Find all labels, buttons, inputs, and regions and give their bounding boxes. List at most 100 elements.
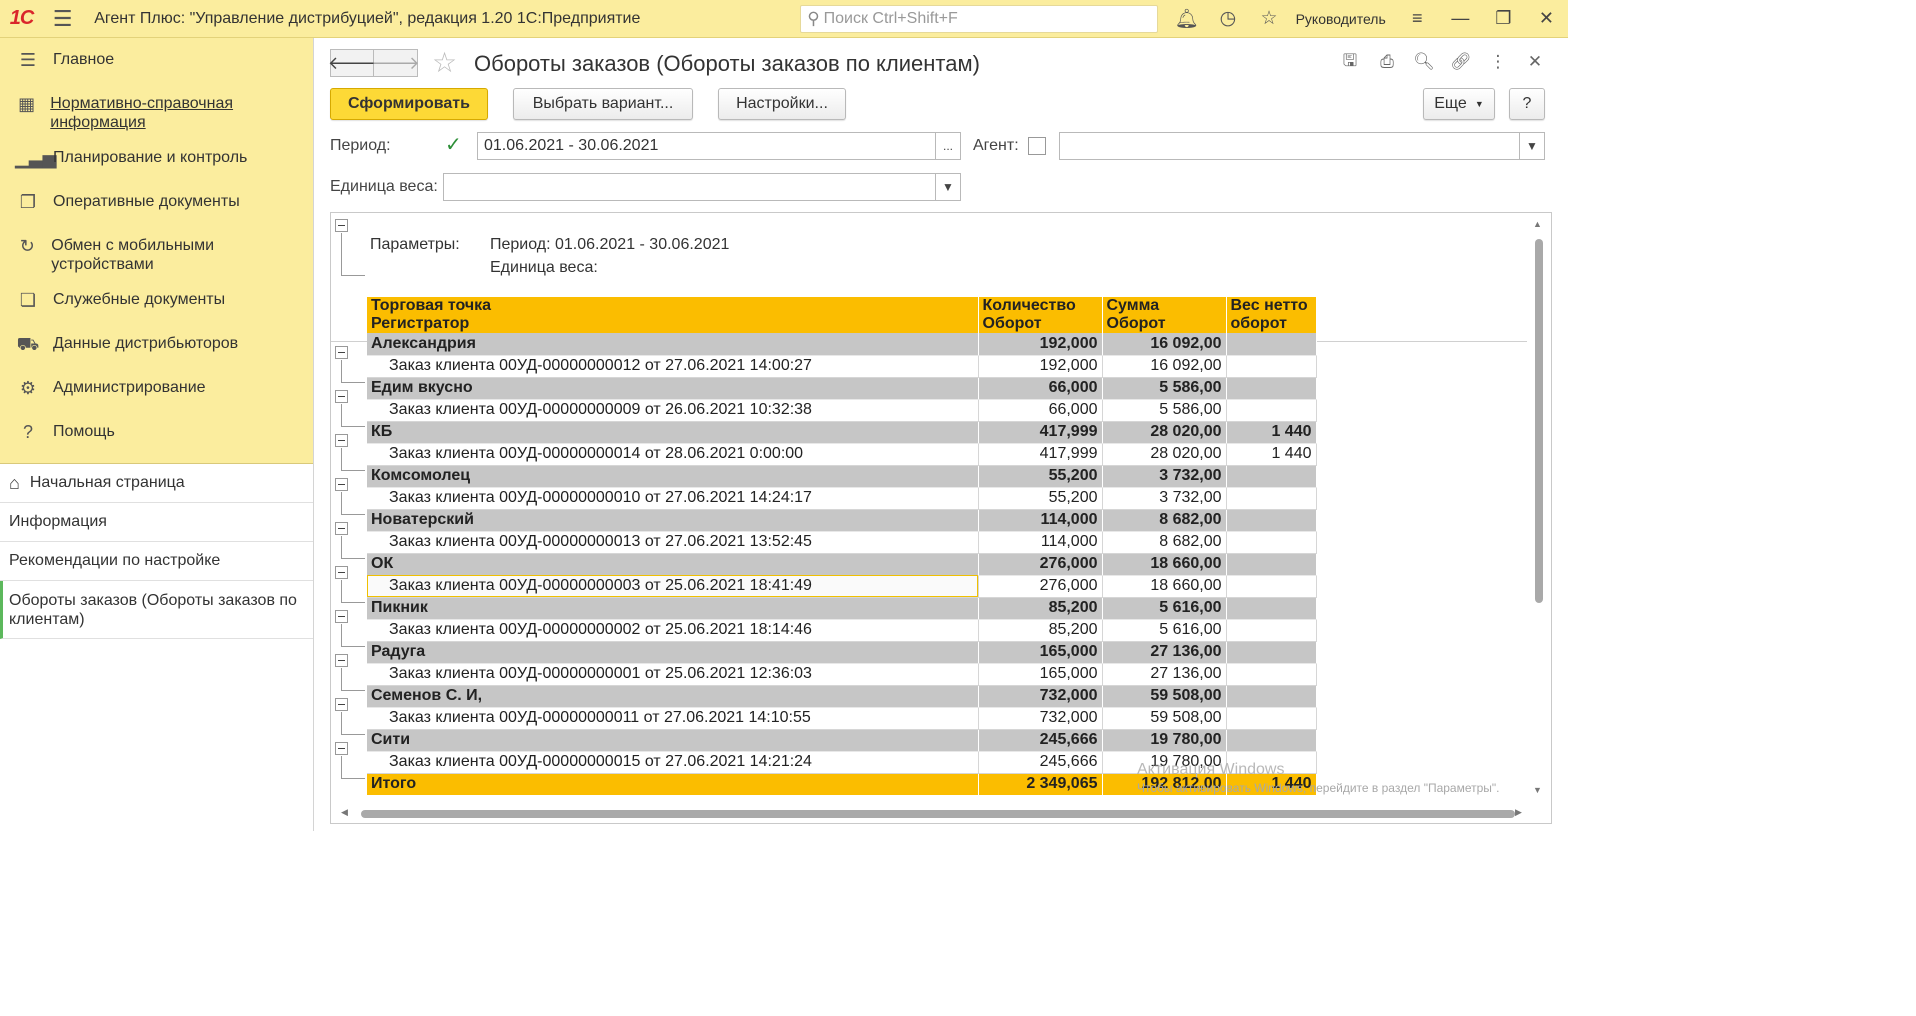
scroll-left-icon[interactable]: ◀ bbox=[341, 807, 348, 818]
group-weight bbox=[1226, 553, 1317, 576]
sync-icon: ↻ bbox=[19, 236, 35, 256]
print-icon[interactable]: ⎙ bbox=[1373, 50, 1401, 74]
document-row[interactable]: Заказ клиента 00УД-00000000001 от 25.06.… bbox=[367, 663, 1317, 686]
section-mobile-exchange[interactable]: ↻ Обмен с мобильными устройствами bbox=[0, 228, 313, 282]
collapse-group-toggle[interactable] bbox=[335, 522, 348, 535]
vertical-scroll-thumb[interactable] bbox=[1535, 239, 1543, 603]
search-input[interactable]: ⚲ Поиск Ctrl+Shift+F bbox=[800, 4, 1159, 33]
save-icon[interactable]: 🖫 bbox=[1336, 50, 1364, 74]
period-checkbox[interactable]: ✓ bbox=[445, 135, 462, 155]
document-weight bbox=[1226, 663, 1317, 686]
collapse-group-toggle[interactable] bbox=[335, 698, 348, 711]
arrow-left-icon: 🡐 bbox=[327, 52, 377, 73]
link-icon[interactable]: 🔗︎ bbox=[1447, 50, 1475, 74]
collapse-params-toggle[interactable] bbox=[335, 219, 348, 232]
collapse-group-toggle[interactable] bbox=[335, 478, 348, 491]
group-row[interactable]: Едим вкусно 66,000 5 586,00 bbox=[367, 377, 1317, 400]
close-icon[interactable]: ✕ bbox=[1521, 50, 1549, 74]
section-distributor-data[interactable]: ⛟ Данные дистрибьюторов bbox=[0, 326, 313, 370]
choose-variant-button[interactable]: Выбрать вариант... bbox=[513, 88, 693, 120]
form-title: Обороты заказов (Обороты заказов по клие… bbox=[474, 51, 980, 76]
registrar-document: Заказ клиента 00УД-00000000012 от 27.06.… bbox=[367, 355, 979, 378]
preview-icon[interactable]: 🔍︎ bbox=[1410, 50, 1438, 74]
open-window-recommendations[interactable]: Рекомендации по настройке bbox=[0, 542, 313, 581]
group-row[interactable]: ОК 276,000 18 660,00 bbox=[367, 553, 1317, 576]
back-button[interactable]: 🡐 bbox=[327, 49, 377, 77]
more-button[interactable]: Еще ▼ bbox=[1423, 88, 1495, 120]
open-window-label: Рекомендации по настройке bbox=[9, 552, 221, 569]
vertical-scrollbar[interactable]: ▲ ▼ bbox=[1527, 213, 1551, 805]
group-row[interactable]: Радуга 165,000 27 136,00 bbox=[367, 641, 1317, 664]
document-row[interactable]: Заказ клиента 00УД-00000000014 от 28.06.… bbox=[367, 443, 1317, 466]
period-input[interactable]: 01.06.2021 - 30.06.2021 bbox=[477, 132, 936, 160]
section-service-docs[interactable]: ❏ Служебные документы bbox=[0, 282, 313, 326]
section-administration[interactable]: ⚙ Администрирование bbox=[0, 370, 313, 414]
main-menu-icon[interactable]: ☰ bbox=[43, 0, 82, 38]
minimize-icon[interactable]: — bbox=[1439, 0, 1482, 38]
collapse-group-toggle[interactable] bbox=[335, 390, 348, 403]
document-row[interactable]: Заказ клиента 00УД-00000000013 от 27.06.… bbox=[367, 531, 1317, 554]
restore-icon[interactable]: ❐ bbox=[1482, 0, 1525, 38]
more-vertical-icon[interactable]: ⋮ bbox=[1484, 50, 1512, 74]
header-qty: Количество bbox=[982, 297, 1076, 314]
collapse-group-toggle[interactable] bbox=[335, 610, 348, 623]
history-icon[interactable]: ◷ bbox=[1207, 0, 1248, 38]
close-window-icon[interactable]: ✕ bbox=[1525, 0, 1568, 38]
open-window-report[interactable]: Обороты заказов (Обороты заказов по клие… bbox=[0, 581, 313, 639]
section-label: Планирование и контроль bbox=[53, 149, 248, 166]
group-row[interactable]: Александрия 192,000 16 092,00 bbox=[367, 333, 1317, 356]
help-button[interactable]: ? bbox=[1509, 88, 1545, 120]
group-row[interactable]: КБ 417,999 28 020,00 1 440 bbox=[367, 421, 1317, 444]
group-row[interactable]: Пикник 85,200 5 616,00 bbox=[367, 597, 1317, 620]
document-row[interactable]: Заказ клиента 00УД-00000000002 от 25.06.… bbox=[367, 619, 1317, 642]
collapse-group-toggle[interactable] bbox=[335, 742, 348, 755]
section-help[interactable]: ? Помощь bbox=[0, 414, 313, 458]
settings-menu-icon[interactable]: ≡ bbox=[1396, 0, 1439, 38]
horizontal-scrollbar[interactable]: ◀ ▶ bbox=[331, 805, 1527, 823]
scroll-up-icon[interactable]: ▲ bbox=[1533, 219, 1542, 229]
document-row[interactable]: Заказ клиента 00УД-00000000012 от 27.06.… bbox=[367, 355, 1317, 378]
collapse-group-toggle[interactable] bbox=[335, 434, 348, 447]
document-row[interactable]: Заказ клиента 00УД-00000000010 от 27.06.… bbox=[367, 487, 1317, 510]
agent-input[interactable] bbox=[1059, 132, 1521, 160]
group-qty: 245,666 bbox=[978, 729, 1103, 752]
document-row[interactable]: Заказ клиента 00УД-00000000011 от 27.06.… bbox=[367, 707, 1317, 730]
star-icon[interactable]: ☆ bbox=[1248, 0, 1289, 38]
group-row[interactable]: Новатерский 114,000 8 682,00 bbox=[367, 509, 1317, 532]
collapse-group-toggle[interactable] bbox=[335, 654, 348, 667]
document-row[interactable]: Заказ клиента 00УД-00000000003 от 25.06.… bbox=[367, 575, 1317, 598]
horizontal-scroll-thumb[interactable] bbox=[361, 810, 1515, 818]
group-row[interactable]: Комсомолец 55,200 3 732,00 bbox=[367, 465, 1317, 488]
open-window-info[interactable]: Информация bbox=[0, 503, 313, 542]
tree-line bbox=[341, 646, 365, 647]
agent-dropdown-button[interactable]: ▼ bbox=[1519, 132, 1545, 160]
period-select-button[interactable]: ... bbox=[935, 132, 961, 160]
group-row[interactable]: Семенов С. И, 732,000 59 508,00 bbox=[367, 685, 1317, 708]
section-reference-info[interactable]: ▦ Нормативно-справочная информация bbox=[0, 86, 313, 140]
scroll-right-icon[interactable]: ▶ bbox=[1515, 807, 1522, 818]
section-main[interactable]: ☰ Главное bbox=[0, 42, 313, 86]
weight-unit-dropdown-button[interactable]: ▼ bbox=[935, 173, 961, 201]
group-row[interactable]: Сити 245,666 19 780,00 bbox=[367, 729, 1317, 752]
section-planning[interactable]: ▁▃▅ Планирование и контроль bbox=[0, 140, 313, 184]
document-qty: 114,000 bbox=[978, 531, 1103, 554]
tree-line bbox=[341, 712, 342, 734]
collapse-group-toggle[interactable] bbox=[335, 566, 348, 579]
generate-button[interactable]: Сформировать bbox=[330, 88, 488, 120]
agent-checkbox[interactable] bbox=[1028, 137, 1046, 155]
open-window-home[interactable]: ⌂ Начальная страница bbox=[0, 464, 313, 503]
group-sum: 8 682,00 bbox=[1102, 509, 1227, 532]
report-spreadsheet[interactable]: Параметры: Период: 01.06.2021 - 30.06.20… bbox=[330, 212, 1552, 824]
user-name[interactable]: Руководитель bbox=[1290, 11, 1396, 27]
document-row[interactable]: Заказ клиента 00УД-00000000009 от 26.06.… bbox=[367, 399, 1317, 422]
settings-button[interactable]: Настройки... bbox=[718, 88, 846, 120]
app-logo[interactable]: 1С bbox=[0, 0, 43, 38]
favorite-star-icon[interactable]: ☆ bbox=[432, 48, 457, 78]
forward-button[interactable]: 🡒 bbox=[371, 49, 420, 77]
registrar-document: Заказ клиента 00УД-00000000002 от 25.06.… bbox=[367, 619, 979, 642]
weight-unit-input[interactable] bbox=[443, 173, 937, 201]
section-operational-docs[interactable]: ❐ Оперативные документы bbox=[0, 184, 313, 228]
scroll-down-icon[interactable]: ▼ bbox=[1533, 785, 1542, 795]
bell-icon[interactable]: 🔔︎ bbox=[1166, 0, 1207, 38]
collapse-group-toggle[interactable] bbox=[335, 346, 348, 359]
